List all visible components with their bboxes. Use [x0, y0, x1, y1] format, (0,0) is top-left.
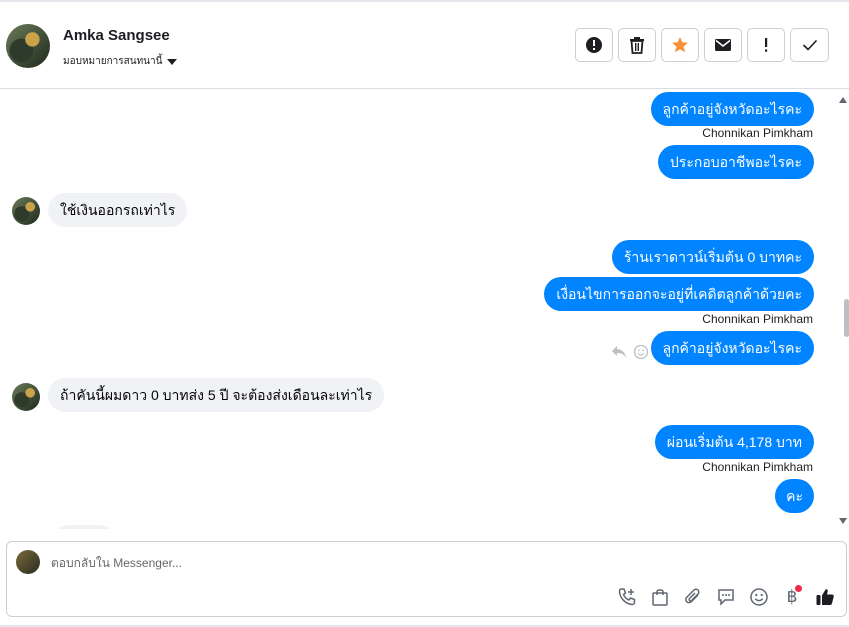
contact-avatar-small[interactable]: [12, 383, 40, 411]
trash-icon: [630, 37, 644, 54]
sender-name: Chonnikan Pimkham: [702, 312, 813, 326]
alert-circle-icon: [586, 37, 602, 53]
smiley-reaction-icon[interactable]: [633, 344, 649, 360]
notification-dot: [795, 585, 802, 592]
call-button[interactable]: [616, 586, 638, 608]
message-actions: [611, 344, 649, 360]
sender-name: Chonnikan Pimkham: [702, 126, 813, 140]
check-icon: [802, 39, 817, 51]
outgoing-message[interactable]: ลูกค้าอยู่จังหวัดอะไรคะ: [650, 92, 814, 126]
outgoing-message[interactable]: เงื่อนไขการออกจะอยู่ที่เคดิตลูกค้าด้วยคะ: [544, 277, 814, 311]
assign-label: มอบหมายการสนทนานี้: [63, 56, 163, 67]
payment-button[interactable]: ฿: [781, 585, 803, 608]
incoming-message-partial: [52, 525, 116, 529]
mark-spam-button[interactable]: [575, 28, 613, 62]
composer-toolbar: ฿: [616, 585, 836, 608]
smiley-icon: [750, 588, 768, 606]
mark-done-button[interactable]: [790, 28, 829, 62]
outgoing-message[interactable]: ลูกค้าอยู่จังหวัดอะไรคะ: [650, 331, 814, 365]
delete-button[interactable]: [618, 28, 656, 62]
shopping-bag-icon: [652, 589, 668, 606]
outgoing-message[interactable]: ร้านเราดาวน์เริ่มต้น 0 บาทคะ: [611, 240, 814, 274]
message-composer: ฿: [6, 541, 847, 617]
sender-name: Chonnikan Pimkham: [702, 460, 813, 474]
star-button[interactable]: [661, 28, 699, 62]
thumbs-up-icon: [816, 589, 834, 605]
envelope-icon: [715, 39, 731, 51]
speech-bubble-icon: [718, 589, 734, 606]
scroll-down-arrow-icon[interactable]: [839, 518, 847, 524]
assign-conversation-dropdown[interactable]: มอบหมายการสนทนานี้: [63, 54, 178, 69]
reply-icon[interactable]: [611, 345, 627, 359]
contact-avatar-small[interactable]: [12, 197, 40, 225]
attach-button[interactable]: [682, 586, 704, 608]
caret-down-icon: [167, 58, 178, 65]
incoming-message[interactable]: ถ้าคันนี้ผมดาว 0 บาทส่ง 5 ปี จะต้องส่งเด…: [48, 378, 385, 412]
emoji-button[interactable]: [748, 586, 770, 608]
header-toolbar: [575, 28, 829, 62]
outgoing-message[interactable]: คะ: [775, 479, 814, 513]
page-avatar: [16, 550, 40, 574]
shop-button[interactable]: [649, 586, 671, 608]
contact-name[interactable]: Amka Sangsee: [63, 27, 170, 44]
star-icon: [672, 37, 688, 53]
outgoing-message[interactable]: ประกอบอาชีพอะไรคะ: [657, 145, 814, 179]
contact-avatar[interactable]: [6, 24, 50, 68]
scroll-up-arrow-icon[interactable]: [839, 97, 847, 103]
outgoing-message[interactable]: ผ่อนเริ่มต้น 4,178 บาท: [654, 425, 814, 459]
paperclip-icon: [685, 588, 700, 604]
saved-replies-button[interactable]: [715, 586, 737, 608]
message-thread[interactable]: ลูกค้าอยู่จังหวัดอะไรคะ Chonnikan Pimkha…: [0, 89, 849, 529]
exclamation-icon: [765, 38, 768, 52]
follow-up-button[interactable]: [747, 28, 785, 62]
phone-plus-icon: [618, 588, 636, 606]
incoming-message[interactable]: ใช้เงินออกรถเท่าไร: [48, 193, 188, 227]
mark-unread-button[interactable]: [704, 28, 742, 62]
conversation-header: Amka Sangsee มอบหมายการสนทนานี้: [0, 2, 849, 89]
scrollbar-thumb[interactable]: [844, 299, 849, 337]
like-button[interactable]: [814, 586, 836, 608]
reply-input[interactable]: [51, 556, 651, 570]
